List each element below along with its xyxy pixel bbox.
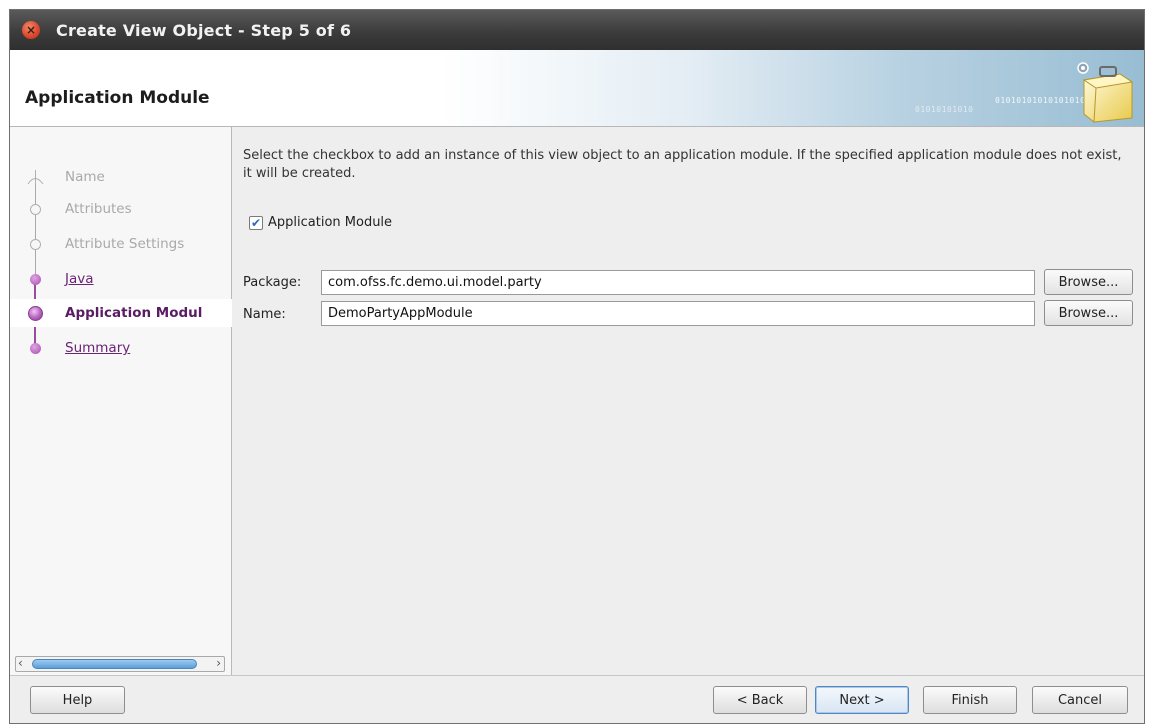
step-dot-icon — [30, 238, 41, 250]
step-summary[interactable]: Summary — [10, 334, 232, 362]
name-browse-button[interactable]: Browse... — [1044, 300, 1133, 326]
step-label: Name — [65, 169, 105, 185]
wizard-content: Select the checkbox to add an instance o… — [233, 127, 1144, 675]
scroll-left-icon[interactable]: ‹ — [18, 656, 23, 670]
wizard-footer: Help < Back Next > Finish Cancel — [10, 675, 1144, 723]
application-module-checkbox[interactable]: ✔ — [249, 215, 263, 230]
package-label: Package: — [243, 275, 302, 290]
package-field[interactable]: com.ofss.fc.demo.ui.model.party — [321, 270, 1035, 295]
application-module-icon — [1077, 62, 1134, 123]
step-connector — [35, 179, 36, 275]
scrollbar-thumb[interactable] — [32, 659, 197, 669]
step-start-icon — [27, 170, 44, 185]
step-label: Attribute Settings — [65, 236, 185, 252]
finish-button[interactable]: Finish — [923, 686, 1017, 714]
step-java[interactable]: Java — [10, 265, 232, 293]
title-bar[interactable]: × Create View Object - Step 5 of 6 — [10, 10, 1144, 50]
step-attribute-settings: Attribute Settings — [10, 230, 232, 258]
step-application-module[interactable]: Application Modul — [10, 299, 232, 327]
package-browse-button[interactable]: Browse... — [1044, 269, 1133, 295]
cancel-button[interactable]: Cancel — [1032, 686, 1128, 714]
wizard-header: Application Module 010101010101010101010… — [10, 50, 1144, 127]
next-button[interactable]: Next > — [815, 686, 909, 714]
step-dot-icon — [28, 305, 43, 321]
application-module-checkbox-label[interactable]: Application Module — [268, 215, 392, 230]
step-attributes: Attributes — [10, 195, 232, 223]
wizard-steps-panel: Name Attributes Attribute Settings Java … — [10, 127, 232, 675]
name-label: Name: — [243, 307, 286, 322]
step-dot-icon — [30, 273, 41, 285]
scroll-right-icon[interactable]: › — [216, 656, 221, 670]
name-field[interactable]: DemoPartyAppModule — [321, 301, 1035, 326]
window-title: Create View Object - Step 5 of 6 — [56, 20, 352, 40]
close-icon[interactable]: × — [22, 21, 40, 39]
step-label[interactable]: Summary — [65, 340, 130, 356]
application-module-checkbox-row[interactable]: ✔ Application Module — [249, 215, 392, 230]
help-button[interactable]: Help — [30, 686, 125, 714]
step-dot-icon — [30, 342, 41, 354]
page-title: Application Module — [25, 88, 210, 108]
step-name: Name — [10, 163, 232, 191]
step-dot-icon — [30, 203, 41, 215]
instructions-text: Select the checkbox to add an instance o… — [243, 148, 1122, 181]
steps-horizontal-scrollbar[interactable]: ‹ › — [15, 656, 225, 672]
step-label[interactable]: Java — [65, 271, 94, 287]
create-view-object-dialog: × Create View Object - Step 5 of 6 Appli… — [9, 9, 1145, 724]
header-binary-text-2: 01010101010 — [915, 105, 974, 114]
step-label: Attributes — [65, 201, 132, 217]
step-label: Application Modul — [65, 305, 203, 321]
back-button[interactable]: < Back — [713, 686, 807, 714]
